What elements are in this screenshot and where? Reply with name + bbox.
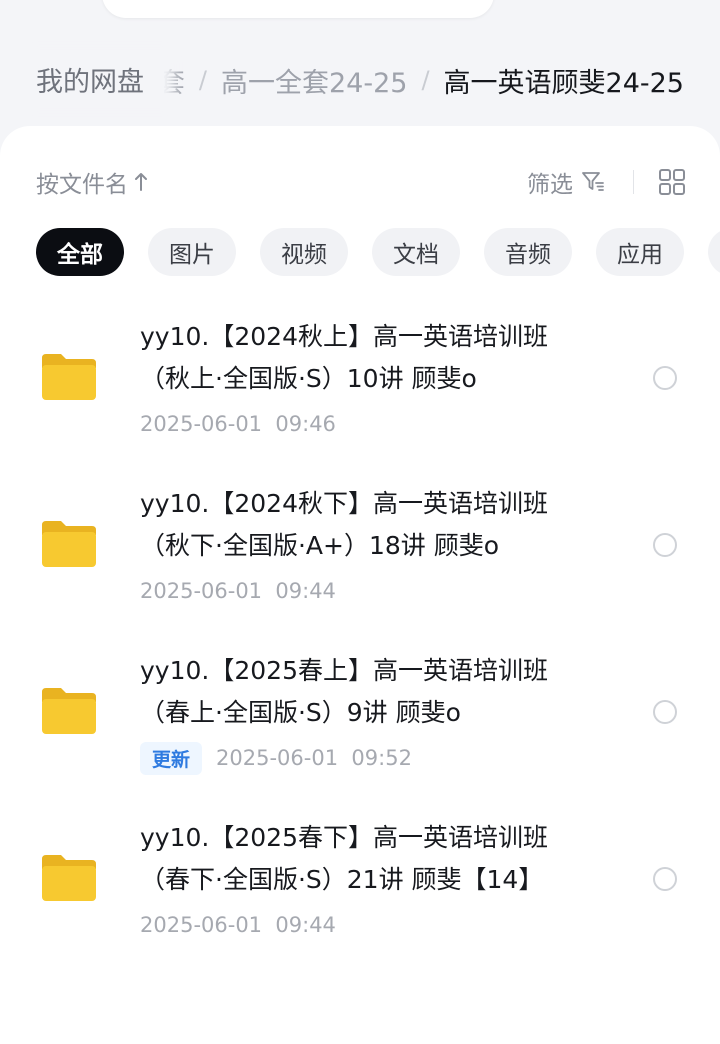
breadcrumb-item[interactable]: 高一全套24-25 — [221, 61, 407, 100]
chip-apps[interactable]: 应用 — [596, 228, 684, 276]
folder-icon — [42, 688, 96, 734]
chip-images[interactable]: 图片 — [148, 228, 236, 276]
filter-button[interactable]: 筛选 — [527, 165, 605, 199]
file-meta: 更新 2025-06-01 09:52 — [140, 741, 412, 775]
file-name-line: （秋下·全国版·A+）18讲 顾斐o — [140, 531, 499, 560]
file-date: 2025-06-01 09:44 — [140, 579, 336, 603]
list-item[interactable]: yy10.【2024秋下】高一英语培训班 （秋下·全国版·A+）18讲 顾斐o … — [0, 483, 720, 650]
category-chips: 全部 图片 视频 文档 音频 应用 — [36, 228, 720, 278]
chip-videos[interactable]: 视频 — [260, 228, 348, 276]
file-date: 2025-06-01 09:44 — [140, 913, 336, 937]
radio-circle-icon[interactable] — [653, 867, 677, 891]
arrow-up-icon — [135, 173, 147, 191]
search-bar[interactable] — [102, 0, 494, 18]
file-name: yy10.【2024秋上】高一英语培训班 （秋上·全国版·S）10讲 顾斐o — [140, 316, 610, 400]
chip-all[interactable]: 全部 — [36, 228, 124, 276]
folder-icon — [42, 354, 96, 400]
file-list: yy10.【2024秋上】高一英语培训班 （秋上·全国版·S）10讲 顾斐o 2… — [0, 316, 720, 984]
file-name-line: （春上·全国版·S）9讲 顾斐o — [140, 698, 461, 727]
chip-audio[interactable]: 音频 — [484, 228, 572, 276]
file-name-line: yy10.【2025春上】高一英语培训班 — [140, 656, 548, 685]
breadcrumb-separator: / — [198, 66, 207, 94]
file-name-line: yy10.【2024秋上】高一英语培训班 — [140, 322, 548, 351]
breadcrumb-separator: / — [421, 66, 430, 94]
file-name: yy10.【2025春下】高一英语培训班 （春下·全国版·S）21讲 顾斐【14… — [140, 817, 610, 901]
file-name-line: （秋上·全国版·S）10讲 顾斐o — [140, 364, 477, 393]
file-meta: 2025-06-01 09:46 — [140, 408, 336, 440]
radio-circle-icon[interactable] — [653, 700, 677, 724]
toolbar-right: 筛选 — [527, 165, 686, 199]
file-meta: 2025-06-01 09:44 — [140, 575, 336, 607]
list-item[interactable]: yy10.【2024秋上】高一英语培训班 （秋上·全国版·S）10讲 顾斐o 2… — [0, 316, 720, 483]
file-name-line: yy10.【2024秋下】高一英语培训班 — [140, 489, 548, 518]
file-browser-page: 套 / 高一全套24-25 / 高一英语顾斐24-25 我的网盘 按文件名 筛选 — [0, 0, 720, 1044]
folder-icon — [42, 855, 96, 901]
grid-view-icon[interactable] — [658, 168, 686, 196]
list-item[interactable]: yy10.【2025春下】高一英语培训班 （春下·全国版·S）21讲 顾斐【14… — [0, 817, 720, 984]
filter-label: 筛选 — [527, 172, 573, 198]
sort-button[interactable]: 按文件名 — [36, 165, 148, 199]
file-name-line: （春下·全国版·S）21讲 顾斐【14】 — [140, 865, 544, 894]
radio-circle-icon[interactable] — [653, 366, 677, 390]
breadcrumb-root[interactable]: 我的网盘 — [16, 50, 164, 108]
list-item[interactable]: yy10.【2025春上】高一英语培训班 （春上·全国版·S）9讲 顾斐o 更新… — [0, 650, 720, 817]
chip-documents[interactable]: 文档 — [372, 228, 460, 276]
sort-label: 按文件名 — [36, 172, 128, 198]
update-badge: 更新 — [140, 741, 203, 775]
breadcrumb-current: 高一英语顾斐24-25 — [443, 67, 684, 99]
radio-circle-icon[interactable] — [653, 533, 677, 557]
chip-more[interactable] — [708, 228, 720, 276]
file-date: 2025-06-01 09:52 — [216, 746, 412, 770]
file-date: 2025-06-01 09:46 — [140, 412, 336, 436]
file-name: yy10.【2024秋下】高一英语培训班 （秋下·全国版·A+）18讲 顾斐o — [140, 483, 610, 567]
file-meta: 2025-06-01 09:44 — [140, 909, 336, 941]
filter-icon — [582, 172, 604, 191]
file-name-line: yy10.【2025春下】高一英语培训班 — [140, 823, 548, 852]
file-panel: 按文件名 筛选 全部 图片 视频 文档 音频 应用 yy10.【2024秋上】高… — [0, 126, 720, 1044]
toolbar: 按文件名 筛选 — [36, 162, 686, 202]
breadcrumb-track: 套 / 高一全套24-25 / 高一英语顾斐24-25 — [158, 52, 684, 108]
file-name: yy10.【2025春上】高一英语培训班 （春上·全国版·S）9讲 顾斐o — [140, 650, 610, 734]
folder-icon — [42, 521, 96, 567]
toolbar-divider — [633, 170, 634, 194]
